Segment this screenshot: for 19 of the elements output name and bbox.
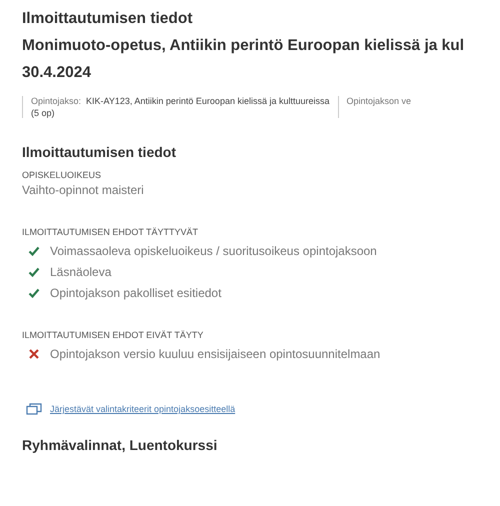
info-extra: (5 op) bbox=[31, 108, 56, 118]
field-label: OPISKELUOIKEUS bbox=[22, 170, 102, 180]
page-title: Ilmoittautumisen tiedot bbox=[22, 10, 194, 28]
date-text: 30.4.2024 bbox=[22, 64, 92, 82]
course-title: Monimuoto-opetus, Antiikin perintö Euroopan kielissä ja kul bbox=[22, 37, 466, 55]
field-value: Vaihto-opinnot maisteri bbox=[22, 183, 145, 197]
section-title: Ilmoittautumisen tiedot bbox=[22, 144, 177, 160]
group-title: ILMOITTAUTUMISEN EHDOT TÄYTTYVÄT bbox=[22, 227, 200, 237]
condition-text: Opintojakson versio kuuluu ensisijaiseen opintosuunnitelmaan bbox=[50, 347, 380, 361]
condition-text: Voimassaoleva opiskeluoikeus / suoritusoikeus opintojaksoon bbox=[50, 244, 377, 258]
info-label: Opintojakso: bbox=[31, 96, 82, 106]
condition-text: Läsnäoleva bbox=[50, 265, 112, 279]
criteria-link[interactable]: Järjestävät valintakriteerit opintojaksoesitteellä bbox=[50, 404, 236, 414]
info-label: Opintojakson ve bbox=[346, 96, 412, 106]
windows-icon bbox=[26, 403, 42, 415]
group-title: ILMOITTAUTUMISEN EHDOT EIVÄT TÄYTY bbox=[22, 330, 204, 340]
info-value: KIK-AY123, Antiikin perintö Euroopan kielissä ja kulttuureissa bbox=[86, 96, 330, 106]
condition-text: Opintojakson pakolliset esitiedot bbox=[50, 286, 222, 300]
section-title: Ryhmävalinnat, Luentokurssi bbox=[22, 437, 218, 453]
